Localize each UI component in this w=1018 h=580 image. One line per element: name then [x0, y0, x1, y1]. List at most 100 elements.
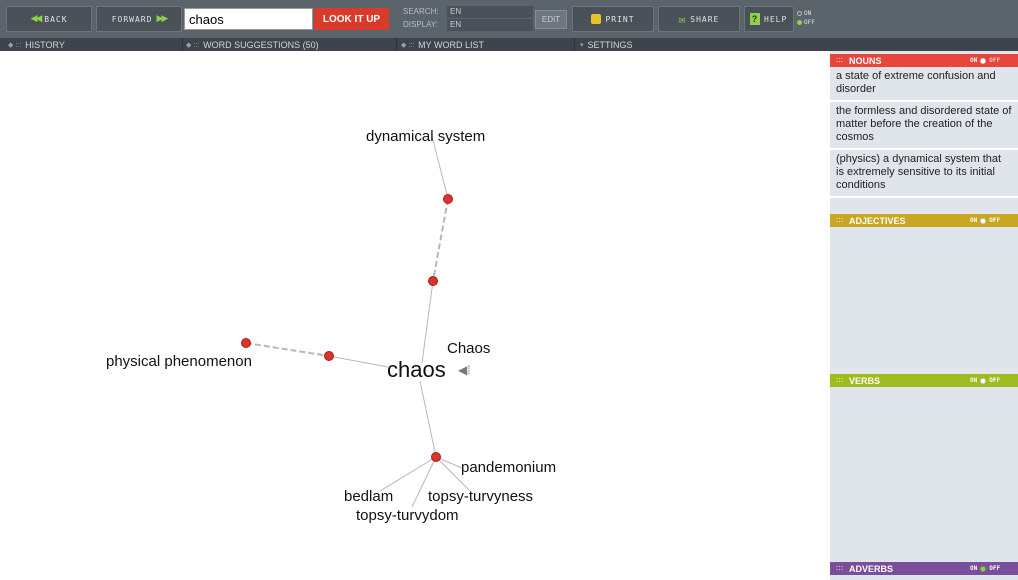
help-toggle[interactable]: ON OFF [797, 9, 815, 27]
dashed-link-line [245, 342, 330, 357]
toggle-off-label: OFF [989, 57, 1001, 64]
toggle-off-label: OFF [989, 377, 1001, 384]
help-off-dot-icon [797, 20, 802, 25]
definition-item[interactable]: (physics) a dynamical system that is ext… [830, 150, 1018, 198]
link-line [431, 135, 449, 200]
nouns-title: NOUNS [849, 55, 882, 66]
forward-label: FORWARD [111, 14, 153, 24]
meaning-node[interactable] [443, 194, 453, 204]
toggle-dot-icon [980, 217, 987, 224]
forward-arrow-icon: ▶▶ [156, 14, 168, 24]
chevron-down-icon: ▾ [580, 41, 584, 49]
verbs-toggle[interactable]: ON OFF [970, 377, 1000, 384]
adjectives-title: ADJECTIVES [849, 215, 906, 226]
verbs-header[interactable]: ::: VERBS ON OFF [830, 374, 1018, 387]
adverbs-header[interactable]: ::: ADVERBS ON OFF [830, 562, 1018, 575]
history-label: HISTORY [25, 39, 65, 50]
definition-item[interactable]: a state of extreme confusion and disorde… [830, 67, 1018, 102]
nouns-header[interactable]: ::: NOUNS ON OFF [830, 54, 1018, 67]
toggle-on-label: ON [970, 377, 978, 384]
toggle-on-label: ON [970, 217, 978, 224]
word-topsy-turvyness[interactable]: topsy-turvyness [428, 488, 533, 505]
toggle-dot-icon [980, 565, 987, 572]
word-suggestions-tab[interactable]: ◆ ::: WORD SUGGESTIONS (50) [186, 38, 319, 51]
toggle-dot-icon [980, 57, 987, 64]
meaning-node[interactable] [241, 338, 251, 348]
help-button[interactable]: ? HELP [744, 6, 794, 32]
print-button[interactable]: PRINT [572, 6, 654, 32]
word-physical-phenomenon[interactable]: physical phenomenon [106, 353, 252, 370]
search-language-label: SEARCH: [403, 7, 439, 16]
share-button[interactable]: ✉ SHARE [658, 6, 740, 32]
share-label: SHARE [690, 14, 720, 24]
language-selector: SEARCH: EN DISPLAY: EN [403, 6, 533, 32]
grip-icon: ::: [836, 217, 843, 224]
toggle-on-label: ON [970, 565, 978, 572]
divider [182, 38, 183, 51]
help-label: HELP [764, 14, 788, 24]
definitions-panel: ::: NOUNS ON OFF a state of extreme conf… [830, 51, 1018, 580]
speaker-icon[interactable]: ◀⁞ [458, 363, 471, 377]
expand-handle-icon: ◆ ::: [401, 41, 415, 49]
verbs-title: VERBS [849, 375, 881, 386]
adverbs-title: ADVERBS [849, 563, 894, 574]
panel-tabs-bar: ◆ ::: HISTORY ◆ ::: WORD SUGGESTIONS (50… [0, 38, 1018, 51]
word-chaos-capital[interactable]: Chaos [447, 340, 490, 357]
look-it-up-button[interactable]: LOOK IT UP [314, 8, 389, 30]
expand-handle-icon: ◆ ::: [186, 41, 200, 49]
help-icon: ? [750, 13, 760, 25]
adverbs-toggle[interactable]: ON OFF [970, 565, 1000, 572]
toggle-on-label: ON [970, 57, 978, 64]
settings-tab[interactable]: ▾ SETTINGS [580, 38, 633, 51]
search-language-value[interactable]: EN [447, 6, 533, 18]
help-on-label: ON [804, 10, 812, 17]
link-line [421, 280, 434, 364]
grip-icon: ::: [836, 377, 843, 384]
display-language-value[interactable]: EN [447, 19, 533, 31]
print-label: PRINT [605, 14, 635, 24]
toggle-off-label: OFF [989, 217, 1001, 224]
adjectives-header[interactable]: ::: ADJECTIVES ON OFF [830, 214, 1018, 227]
divider [396, 38, 397, 51]
back-button[interactable]: ◀◀ BACK [6, 6, 92, 32]
word-suggestions-label: WORD SUGGESTIONS (50) [203, 39, 319, 50]
word-bedlam[interactable]: bedlam [344, 488, 393, 505]
grip-icon: ::: [836, 565, 843, 572]
nouns-definitions: a state of extreme confusion and disorde… [830, 67, 1018, 198]
adjectives-toggle[interactable]: ON OFF [970, 217, 1000, 224]
meaning-node[interactable] [324, 351, 334, 361]
printer-icon [591, 14, 602, 24]
word-map[interactable]: dynamical system physical phenomenon Cha… [0, 51, 828, 580]
word-topsy-turvydom[interactable]: topsy-turvydom [356, 507, 459, 524]
meaning-node[interactable] [431, 452, 441, 462]
settings-label: SETTINGS [587, 39, 633, 50]
my-word-list-tab[interactable]: ◆ ::: MY WORD LIST [401, 38, 484, 51]
meaning-node[interactable] [428, 276, 438, 286]
link-line [328, 355, 389, 368]
expand-handle-icon: ◆ ::: [8, 41, 22, 49]
visual-thesaurus-app: ◀◀ BACK FORWARD ▶▶ LOOK IT UP SEARCH: EN… [0, 0, 1018, 580]
definition-item[interactable]: the formless and disordered state of mat… [830, 102, 1018, 150]
help-off-label: OFF [804, 19, 815, 26]
display-language-label: DISPLAY: [403, 20, 438, 29]
toolbar: ◀◀ BACK FORWARD ▶▶ LOOK IT UP SEARCH: EN… [0, 0, 1018, 38]
history-tab[interactable]: ◆ ::: HISTORY [8, 38, 65, 51]
link-line [419, 380, 437, 458]
word-dynamical-system[interactable]: dynamical system [366, 128, 485, 145]
back-arrow-icon: ◀◀ [30, 14, 42, 24]
center-word[interactable]: chaos [387, 357, 446, 383]
word-pandemonium[interactable]: pandemonium [461, 459, 556, 476]
help-on-dot-icon [797, 11, 802, 16]
envelope-icon: ✉ [678, 12, 687, 26]
nouns-toggle[interactable]: ON OFF [970, 57, 1000, 64]
back-label: BACK [44, 14, 68, 24]
my-word-list-label: MY WORD LIST [418, 39, 485, 50]
grip-icon: ::: [836, 57, 843, 64]
forward-button[interactable]: FORWARD ▶▶ [96, 6, 182, 32]
search-input[interactable] [184, 8, 313, 30]
dashed-link-line [432, 198, 449, 282]
edit-language-button[interactable]: EDIT [535, 10, 567, 29]
toggle-off-label: OFF [989, 565, 1001, 572]
divider [574, 38, 575, 51]
toggle-dot-icon [980, 377, 987, 384]
